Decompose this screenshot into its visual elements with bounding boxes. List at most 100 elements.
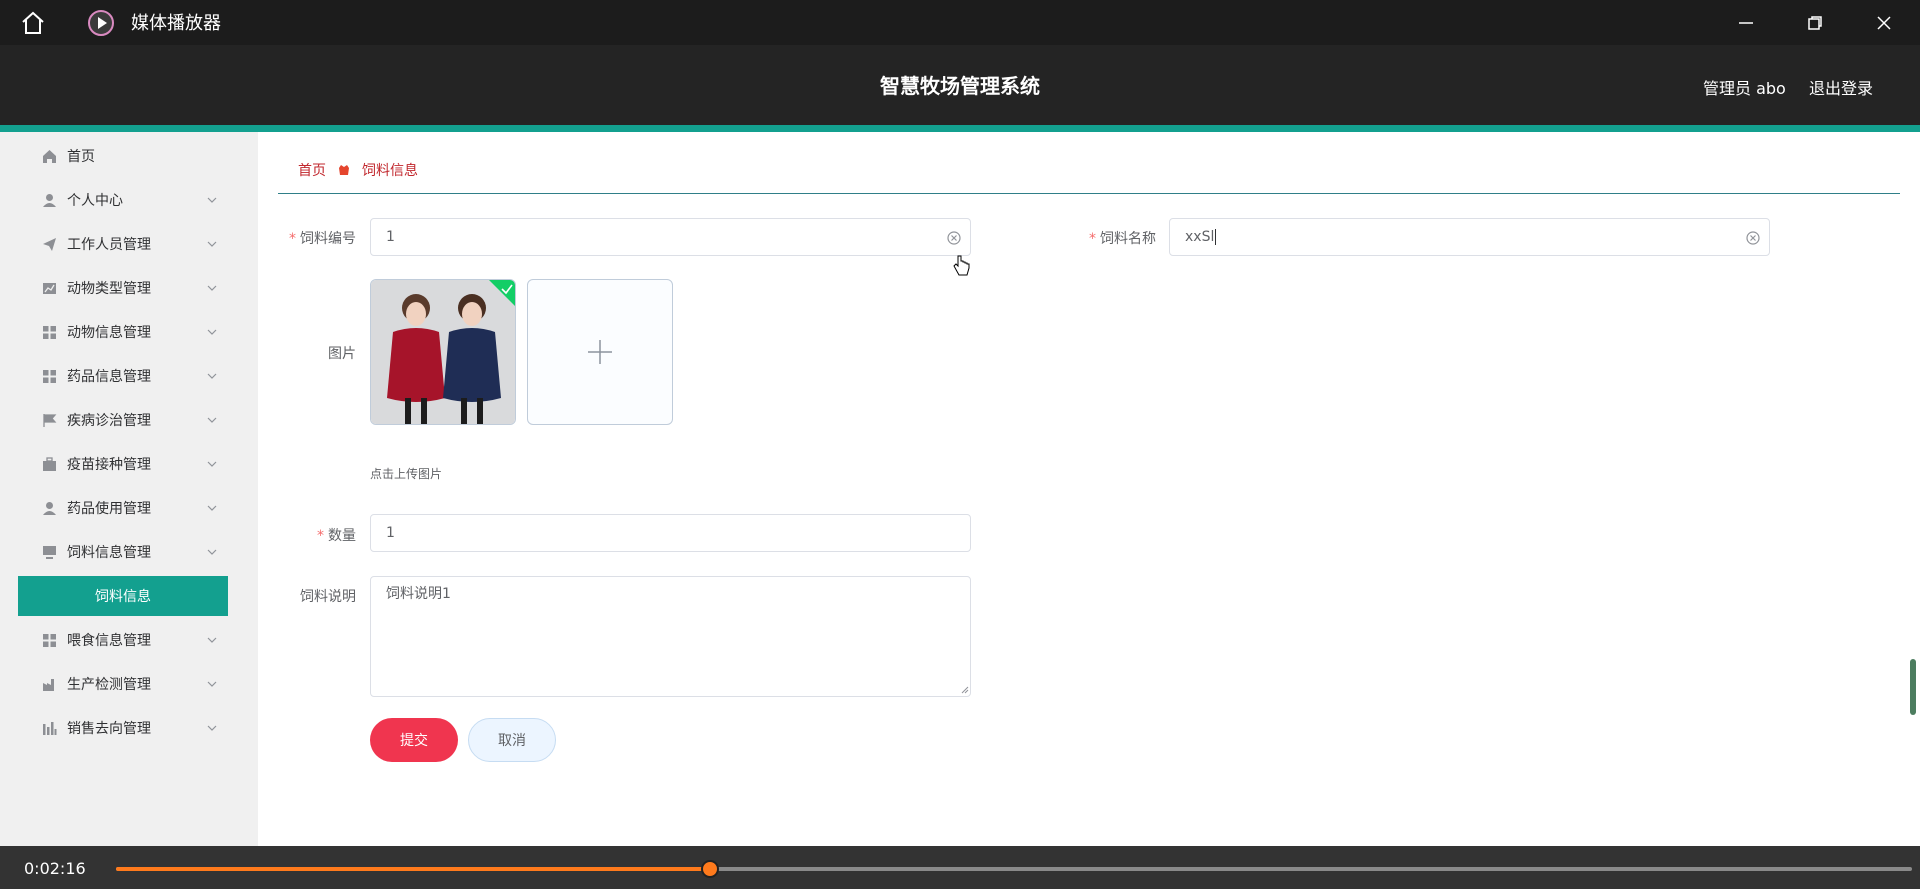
progress-track[interactable] bbox=[116, 860, 1912, 878]
sidebar-item-7[interactable]: 疫苗接种管理 bbox=[18, 444, 228, 484]
sidebar-item-label: 药品信息管理 bbox=[67, 369, 151, 385]
sidebar-item-label: 工作人员管理 bbox=[67, 237, 151, 253]
text-cursor bbox=[1215, 229, 1217, 245]
chart-icon bbox=[42, 281, 57, 296]
chevron-down-icon bbox=[207, 241, 217, 247]
send-icon bbox=[42, 237, 57, 252]
sidebar-item-label: 饲料信息管理 bbox=[67, 545, 151, 561]
factory-icon bbox=[42, 677, 57, 692]
sidebar-item-13[interactable]: 销售去向管理 bbox=[18, 708, 228, 748]
clear-icon[interactable] bbox=[946, 230, 962, 246]
feed-code-label: * 饲料编号 bbox=[289, 231, 356, 247]
chevron-down-icon bbox=[207, 373, 217, 379]
breadcrumb-divider bbox=[278, 193, 1900, 194]
sidebar-item-label: 疫苗接种管理 bbox=[67, 457, 151, 473]
chevron-down-icon bbox=[207, 285, 217, 291]
chevron-down-icon bbox=[207, 461, 217, 467]
sidebar-item-4[interactable]: 动物信息管理 bbox=[18, 312, 228, 352]
feed-name-label: * 饲料名称 bbox=[1089, 231, 1156, 247]
sidebar-item-label: 个人中心 bbox=[67, 193, 123, 209]
sidebar-item-label: 疾病诊治管理 bbox=[67, 413, 151, 429]
breadcrumb: 首页 饲料信息 bbox=[298, 160, 418, 180]
sidebar-item-3[interactable]: 动物类型管理 bbox=[18, 268, 228, 308]
sidebar-item-9[interactable]: 饲料信息管理 bbox=[18, 532, 228, 572]
media-player-logo-icon bbox=[88, 10, 114, 36]
hand-cursor-icon bbox=[953, 255, 970, 276]
feed-name-value: xxSl bbox=[1185, 229, 1215, 245]
sidebar-item-2[interactable]: 工作人员管理 bbox=[18, 224, 228, 264]
window-title: 媒体播放器 bbox=[131, 13, 221, 34]
chevron-down-icon bbox=[207, 681, 217, 687]
scroll-indicator[interactable] bbox=[1910, 659, 1916, 715]
sidebar-item-label: 喂食信息管理 bbox=[67, 633, 151, 649]
chevron-down-icon bbox=[207, 197, 217, 203]
plus-icon bbox=[588, 340, 612, 364]
image-upload-button[interactable] bbox=[527, 279, 673, 425]
close-button[interactable] bbox=[1869, 9, 1899, 37]
sidebar-item-5[interactable]: 药品信息管理 bbox=[18, 356, 228, 396]
image-label: 图片 bbox=[328, 346, 356, 362]
sidebar-item-0[interactable]: 首页 bbox=[18, 136, 228, 176]
feed-code-input[interactable]: 1 bbox=[370, 218, 971, 256]
briefcase-icon bbox=[42, 456, 57, 472]
breadcrumb-current: 饲料信息 bbox=[362, 163, 418, 179]
cancel-button[interactable]: 取消 bbox=[468, 718, 556, 762]
chevron-down-icon bbox=[207, 637, 217, 643]
logout-link[interactable]: 退出登录 bbox=[1809, 75, 1873, 99]
sidebar-item-label: 动物类型管理 bbox=[67, 281, 151, 297]
progress-knob[interactable] bbox=[701, 860, 720, 878]
feed-description-textarea[interactable]: 饲料说明1 bbox=[370, 576, 971, 697]
sidebar-item-8[interactable]: 药品使用管理 bbox=[18, 488, 228, 528]
sidebar-item-6[interactable]: 疾病诊治管理 bbox=[18, 400, 228, 440]
sidebar-item-12[interactable]: 生产检测管理 bbox=[18, 664, 228, 704]
upload-tip: 点击上传图片 bbox=[370, 467, 443, 481]
chevron-down-icon bbox=[207, 329, 217, 335]
quantity-input[interactable]: 1 bbox=[370, 514, 971, 552]
minimize-button[interactable] bbox=[1731, 9, 1761, 37]
sidebar-item-label: 药品使用管理 bbox=[67, 501, 151, 517]
progress-fill bbox=[116, 867, 711, 871]
sidebar-item-label: 动物信息管理 bbox=[67, 325, 151, 341]
breadcrumb-separator-icon bbox=[338, 164, 350, 176]
feed-code-value: 1 bbox=[386, 229, 395, 245]
sidebar-item-11[interactable]: 喂食信息管理 bbox=[18, 620, 228, 660]
media-player-bar: 0:02:16 bbox=[0, 846, 1920, 889]
system-title: 智慧牧场管理系统 bbox=[880, 74, 1040, 98]
sidebar: 首页个人中心工作人员管理 动物类型管理 动物信息管理 药品信息管理 疾病诊治管理 疫苗接种… bbox=[0, 132, 258, 846]
quantity-value: 1 bbox=[386, 525, 395, 541]
sidebar-item-1[interactable]: 个人中心 bbox=[18, 180, 228, 220]
breadcrumb-home[interactable]: 首页 bbox=[298, 160, 326, 180]
clear-icon[interactable] bbox=[1745, 230, 1761, 246]
uploaded-image-thumbnail[interactable] bbox=[370, 279, 516, 425]
resize-handle-icon[interactable] bbox=[961, 686, 969, 694]
quantity-label: * 数量 bbox=[317, 528, 356, 544]
product-photo bbox=[371, 280, 515, 424]
main-content: 首页 饲料信息 * 饲料编号 1 * 饲料名称 xxSl 图片 点击上传图片 *… bbox=[258, 132, 1920, 846]
grid-icon bbox=[42, 325, 57, 340]
grid-icon bbox=[42, 633, 57, 648]
bar-chart-icon bbox=[42, 721, 57, 736]
flag-icon bbox=[42, 413, 57, 428]
close-icon bbox=[1877, 16, 1891, 30]
feed-name-input[interactable]: xxSl bbox=[1169, 218, 1770, 256]
feed-description-label: 饲料说明 bbox=[300, 589, 356, 605]
app-header: 智慧牧场管理系统 管理员 abo 退出登录 bbox=[0, 45, 1920, 132]
user-icon bbox=[42, 501, 57, 516]
sidebar-item-label: 销售去向管理 bbox=[67, 721, 151, 737]
chevron-down-icon bbox=[207, 549, 217, 555]
grid-icon bbox=[42, 369, 57, 384]
sidebar-item-label: 饲料信息 bbox=[95, 589, 151, 605]
sidebar-item-label: 首页 bbox=[67, 149, 95, 165]
playback-time: 0:02:16 bbox=[24, 859, 86, 878]
home-icon[interactable] bbox=[20, 10, 46, 36]
admin-label: 管理员 abo bbox=[1703, 79, 1786, 98]
sidebar-item-label: 生产检测管理 bbox=[67, 677, 151, 693]
chevron-down-icon bbox=[207, 725, 217, 731]
window-titlebar: 媒体播放器 bbox=[0, 0, 1920, 45]
sidebar-item-10[interactable]: 饲料信息 bbox=[18, 576, 228, 616]
restore-button[interactable] bbox=[1800, 9, 1830, 37]
monitor-icon bbox=[42, 545, 57, 560]
submit-button[interactable]: 提交 bbox=[370, 718, 458, 762]
chevron-down-icon bbox=[207, 505, 217, 511]
home-icon bbox=[42, 149, 57, 164]
